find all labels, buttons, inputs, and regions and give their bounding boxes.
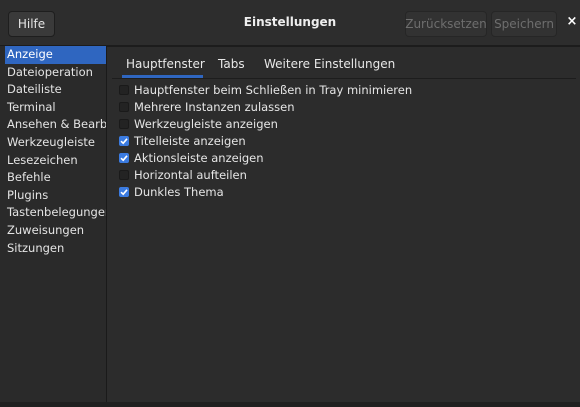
sidebar-item-plugins[interactable]: Plugins <box>5 187 106 205</box>
sidebar-item-dateiliste[interactable]: Dateiliste <box>5 81 106 99</box>
tab-bar: Hauptfenster Tabs Weitere Einstellungen <box>112 50 576 79</box>
checkmark-icon <box>120 189 128 196</box>
option-horizontal-aufteilen[interactable]: Horizontal aufteilen <box>119 167 247 183</box>
sidebar-item-anzeige[interactable]: Anzeige <box>5 46 106 64</box>
active-tab-indicator <box>122 75 203 78</box>
checkbox-aktionsleiste-anzeigen[interactable] <box>119 153 129 163</box>
checkbox-werkzeugleiste-anzeigen[interactable] <box>119 119 129 129</box>
option-label: Werkzeugleiste anzeigen <box>134 117 278 131</box>
option-label: Mehrere Instanzen zulassen <box>134 100 295 114</box>
option-aktionsleiste-anzeigen[interactable]: Aktionsleiste anzeigen <box>119 150 264 166</box>
option-dunkles-thema[interactable]: Dunkles Thema <box>119 184 224 200</box>
save-button[interactable]: Speichern <box>491 11 557 37</box>
option-label: Aktionsleiste anzeigen <box>134 151 264 165</box>
option-label: Hauptfenster beim Schließen in Tray mini… <box>134 83 413 97</box>
window-bottom-edge <box>0 402 580 407</box>
tab-weitere-einstellungen[interactable]: Weitere Einstellungen <box>264 57 395 71</box>
sidebar-item-zuweisungen[interactable]: Zuweisungen <box>5 222 106 240</box>
checkmark-icon <box>120 138 128 145</box>
settings-content: Hauptfenster Tabs Weitere Einstellungen … <box>107 46 580 402</box>
close-icon[interactable]: × <box>566 14 578 30</box>
checkmark-icon <box>120 155 128 162</box>
checkbox-titelleiste-anzeigen[interactable] <box>119 136 129 146</box>
option-label: Horizontal aufteilen <box>134 168 247 182</box>
checkbox-horizontal-aufteilen[interactable] <box>119 170 129 180</box>
window-title: Einstellungen <box>243 15 337 29</box>
sidebar-item-terminal[interactable]: Terminal <box>5 99 106 117</box>
checkbox-tray-minimieren[interactable] <box>119 85 129 95</box>
window-header: Hilfe Einstellungen Zurücksetzen Speiche… <box>0 0 580 46</box>
option-werkzeugleiste-anzeigen[interactable]: Werkzeugleiste anzeigen <box>119 116 278 132</box>
option-titelleiste-anzeigen[interactable]: Titelleiste anzeigen <box>119 133 246 149</box>
option-tray-minimieren[interactable]: Hauptfenster beim Schließen in Tray mini… <box>119 82 412 98</box>
sidebar-item-tastenbelegungen[interactable]: Tastenbelegungen <box>5 204 106 222</box>
option-label: Dunkles Thema <box>134 185 224 199</box>
checkbox-mehrere-instanzen[interactable] <box>119 102 129 112</box>
sidebar-item-sitzungen[interactable]: Sitzungen <box>5 240 106 258</box>
sidebar-item-werkzeugleiste[interactable]: Werkzeugleiste <box>5 134 106 152</box>
sidebar-item-dateioperation[interactable]: Dateioperation <box>5 64 106 82</box>
tab-hauptfenster[interactable]: Hauptfenster <box>126 57 205 71</box>
settings-sidebar: Anzeige Dateioperation Dateiliste Termin… <box>5 46 107 402</box>
reset-button[interactable]: Zurücksetzen <box>405 11 487 37</box>
checkbox-dunkles-thema[interactable] <box>119 187 129 197</box>
sidebar-item-ansehen-bearbeiten[interactable]: Ansehen & Bearbeiten <box>5 116 106 134</box>
tab-tabs[interactable]: Tabs <box>218 57 245 71</box>
option-label: Titelleiste anzeigen <box>134 134 246 148</box>
help-button[interactable]: Hilfe <box>8 11 55 37</box>
sidebar-item-lesezeichen[interactable]: Lesezeichen <box>5 152 106 170</box>
option-mehrere-instanzen[interactable]: Mehrere Instanzen zulassen <box>119 99 295 115</box>
sidebar-item-befehle[interactable]: Befehle <box>5 169 106 187</box>
